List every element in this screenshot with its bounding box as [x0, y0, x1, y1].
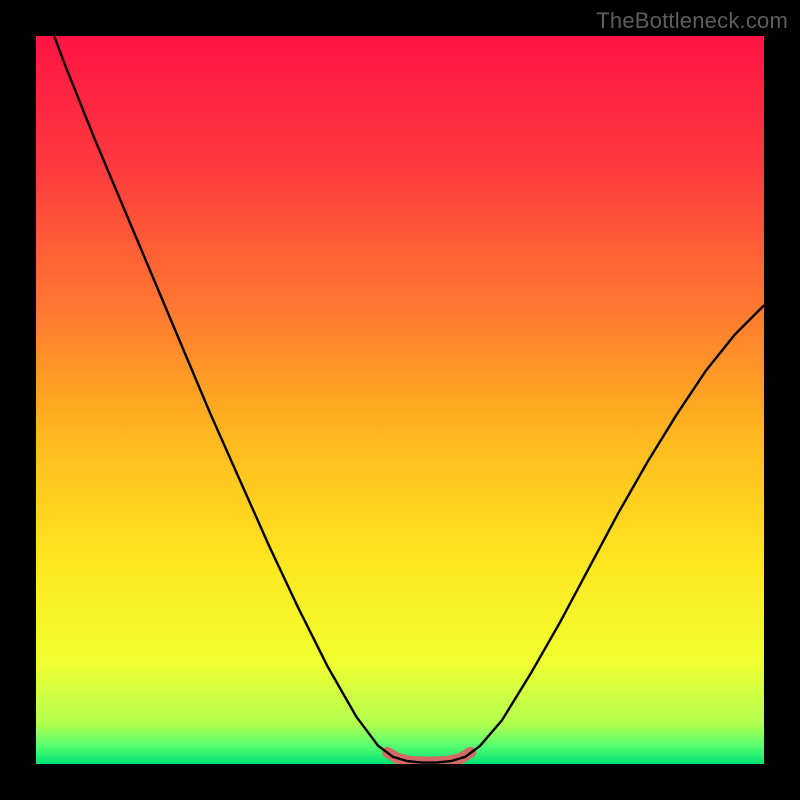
chart-svg — [36, 36, 764, 764]
background-gradient — [36, 36, 764, 764]
plot-area — [36, 36, 764, 764]
watermark-text: TheBottleneck.com — [596, 8, 788, 34]
chart-frame: TheBottleneck.com — [0, 0, 800, 800]
